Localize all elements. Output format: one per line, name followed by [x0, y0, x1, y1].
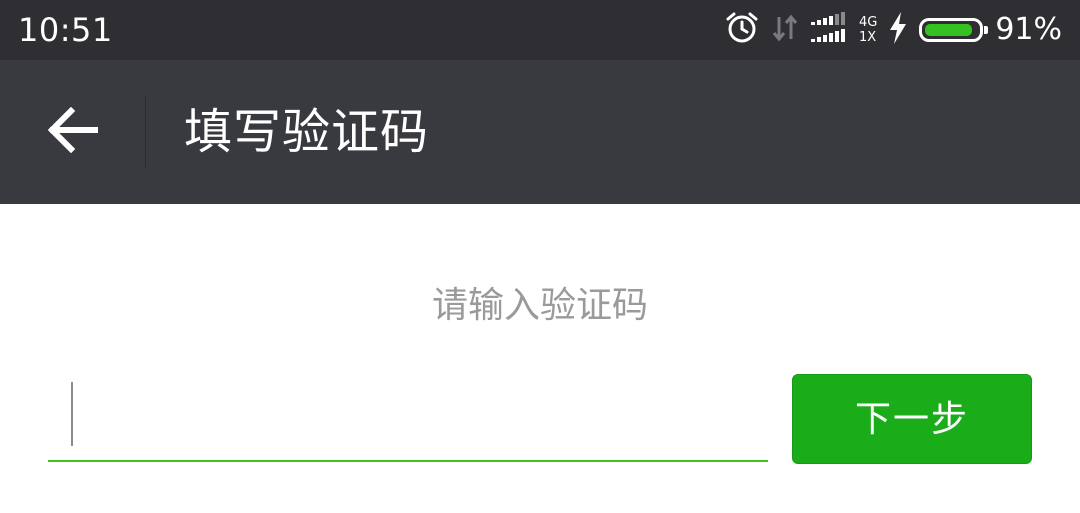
network-type: 4G 1X	[859, 15, 877, 45]
arrow-left-icon	[47, 106, 99, 157]
prompt-text: 请输入验证码	[431, 285, 648, 326]
back-button[interactable]	[30, 90, 116, 174]
page-title: 填写验证码	[184, 104, 430, 160]
battery-cap	[984, 26, 989, 34]
next-step-button[interactable]: 下一步	[792, 374, 1032, 464]
status-time: 10:51	[18, 11, 113, 49]
network-type-bottom: 1X	[858, 30, 877, 45]
code-input-container	[48, 374, 768, 462]
status-bar: 10:51 4G 1X 91%	[0, 0, 1080, 60]
battery-percent: 91%	[995, 12, 1062, 47]
toolbar-divider	[145, 96, 146, 168]
status-icons: 4G 1X 91%	[713, 0, 1062, 60]
toolbar: 填写验证码	[0, 60, 1080, 204]
charging-icon	[889, 12, 907, 48]
network-type-top: 4G	[858, 15, 878, 30]
alarm-icon	[725, 11, 759, 49]
verification-code-input[interactable]	[72, 382, 756, 448]
battery-icon	[919, 18, 989, 42]
signal-icon	[810, 12, 851, 48]
data-arrows-icon	[771, 13, 799, 47]
battery-level-fill	[925, 24, 973, 36]
